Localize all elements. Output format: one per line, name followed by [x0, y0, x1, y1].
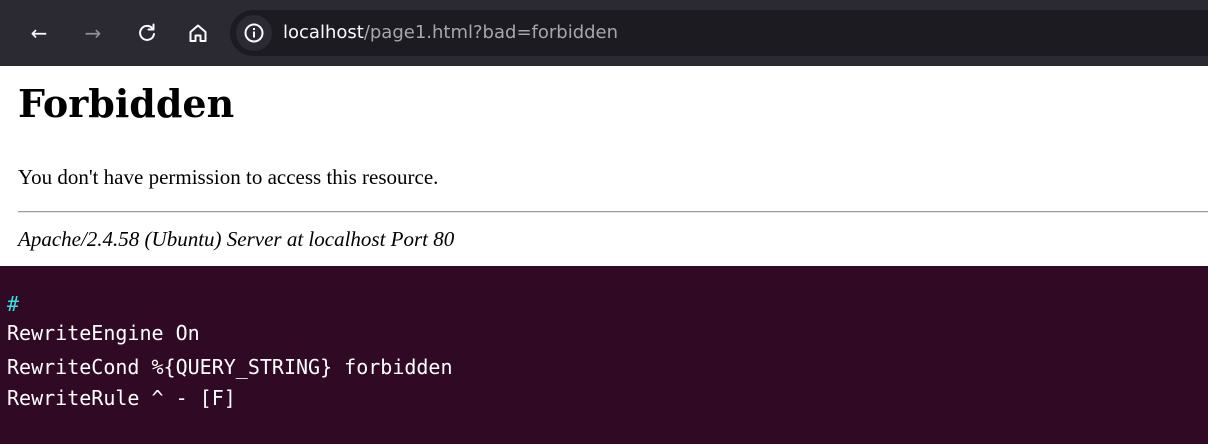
server-signature: Apache/2.4.58 (Ubuntu) Server at localho… — [18, 227, 455, 251]
terminal-line: RewriteRule ^ - [F] — [7, 386, 236, 410]
error-message: You don't have permission to access this… — [18, 165, 439, 189]
home-icon[interactable] — [183, 18, 213, 48]
url-host: localhost — [283, 22, 364, 43]
error-page: Forbidden You don't have permission to a… — [0, 66, 1208, 266]
browser-toolbar: ← → localhost/page1.html?bad=forbidden — [0, 0, 1208, 66]
reload-icon[interactable] — [132, 18, 162, 48]
terminal-pane[interactable]: # RewriteEngine On RewriteCond %{QUERY_S… — [0, 266, 1208, 444]
back-arrow-icon[interactable]: ← — [24, 18, 54, 48]
url-path: /page1.html?bad=forbidden — [363, 22, 619, 43]
address-bar[interactable]: localhost/page1.html?bad=forbidden — [230, 10, 1208, 56]
info-icon — [244, 23, 264, 43]
terminal-line: RewriteEngine On — [7, 321, 200, 345]
reload-icon-glyph — [139, 23, 155, 41]
home-icon-glyph — [189, 24, 207, 42]
url-text[interactable]: localhost/page1.html?bad=forbidden — [283, 21, 618, 45]
divider — [18, 211, 1208, 213]
forward-arrow-icon[interactable]: → — [78, 18, 108, 48]
terminal-line: RewriteCond %{QUERY_STRING} forbidden — [7, 355, 453, 379]
page-title: Forbidden — [18, 81, 235, 126]
terminal-line: # — [7, 292, 20, 316]
site-info-icon[interactable] — [236, 15, 272, 51]
